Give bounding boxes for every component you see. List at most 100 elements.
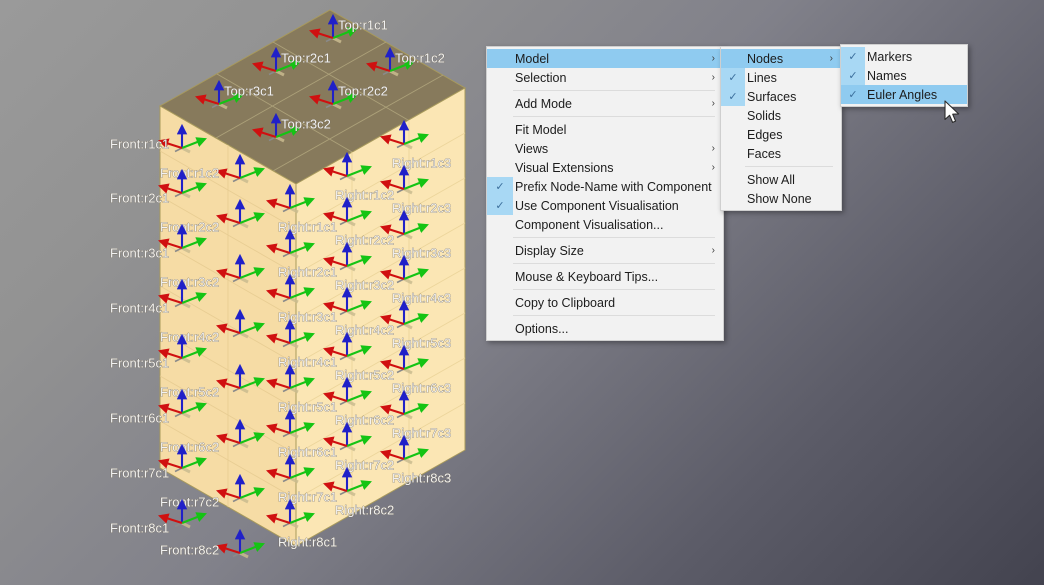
node-label: Right:r2c2 bbox=[335, 232, 394, 247]
check-slot bbox=[721, 106, 745, 125]
menu-item-visual-extensions[interactable]: Visual Extensions › bbox=[487, 158, 723, 177]
check-slot bbox=[721, 49, 745, 68]
menu-separator bbox=[513, 289, 715, 290]
menu-item-lines[interactable]: ✓ Lines bbox=[721, 68, 841, 87]
check-slot bbox=[721, 189, 745, 208]
chevron-right-icon: › bbox=[829, 52, 833, 64]
checkmark-icon: ✓ bbox=[848, 89, 858, 101]
menu-item-label: Views bbox=[515, 141, 549, 156]
node-label: Right:r3c1 bbox=[278, 309, 337, 324]
menu-item-label: Markers bbox=[867, 49, 913, 64]
node-label: Front:r4c1 bbox=[110, 300, 169, 315]
check-slot bbox=[721, 170, 745, 189]
chevron-right-icon: › bbox=[711, 71, 715, 83]
node-label: Right:r1c3 bbox=[392, 155, 451, 170]
node-label: Front:r1c2 bbox=[160, 165, 219, 180]
menu-separator bbox=[745, 166, 833, 167]
check-slot bbox=[487, 139, 513, 158]
menu-item-surfaces[interactable]: ✓ Surfaces bbox=[721, 87, 841, 106]
menu-item-label: Lines bbox=[747, 70, 777, 85]
check-slot bbox=[487, 94, 513, 113]
nodes-submenu[interactable]: ✓ Markers ✓ Names ✓ Euler Angles bbox=[840, 44, 968, 107]
menu-item-names[interactable]: ✓ Names bbox=[841, 66, 967, 85]
node-label: Right:r8c2 bbox=[335, 502, 394, 517]
menu-item-nodes[interactable]: Nodes › bbox=[721, 49, 841, 68]
node-label: Right:r7c2 bbox=[335, 457, 394, 472]
menu-item-show-none[interactable]: Show None bbox=[721, 189, 841, 208]
model-context-menu[interactable]: Model › Selection › Add Mode › Fit Model Views ›… bbox=[486, 46, 724, 341]
node-label: Right:r3c2 bbox=[335, 277, 394, 292]
check-slot bbox=[487, 68, 513, 87]
node-label: Right:r6c2 bbox=[335, 412, 394, 427]
menu-item-views[interactable]: Views › bbox=[487, 139, 723, 158]
menu-item-options[interactable]: Options... bbox=[487, 319, 723, 338]
node-label: Right:r8c1 bbox=[278, 534, 337, 549]
menu-item-label: Surfaces bbox=[747, 89, 797, 104]
node-label: Right:r5c3 bbox=[392, 335, 451, 350]
menu-separator bbox=[513, 90, 715, 91]
node-label: Front:r6c1 bbox=[110, 410, 169, 425]
menu-item-label: Add Mode bbox=[515, 96, 572, 111]
menu-separator bbox=[513, 315, 715, 316]
node-label: Front:r7c2 bbox=[160, 494, 219, 509]
node-label: Top:r2c1 bbox=[281, 50, 331, 65]
chevron-right-icon: › bbox=[711, 52, 715, 64]
node-label: Right:r2c3 bbox=[392, 200, 451, 215]
menu-item-label: Faces bbox=[747, 146, 782, 161]
menu-item-markers[interactable]: ✓ Markers bbox=[841, 47, 967, 66]
checkmark-icon: ✓ bbox=[721, 68, 745, 87]
menu-item-label: Nodes bbox=[747, 51, 784, 66]
menu-item-solids[interactable]: Solids bbox=[721, 106, 841, 125]
menu-item-copy-to-clipboard[interactable]: Copy to Clipboard bbox=[487, 293, 723, 312]
check-slot bbox=[721, 144, 745, 163]
menu-item-component-visualisation[interactable]: Component Visualisation... bbox=[487, 215, 723, 234]
node-label: Right:r2c1 bbox=[278, 264, 337, 279]
node-label: Front:r3c1 bbox=[110, 245, 169, 260]
check-slot bbox=[721, 125, 745, 144]
chevron-right-icon: › bbox=[711, 142, 715, 154]
menu-item-label: Component Visualisation... bbox=[515, 217, 664, 232]
check-slot bbox=[487, 293, 513, 312]
menu-item-use-component-visualisation[interactable]: ✓ Use Component Visualisation bbox=[487, 196, 723, 215]
chevron-right-icon: › bbox=[711, 244, 715, 256]
node-label: Right:r1c1 bbox=[278, 219, 337, 234]
check-slot bbox=[487, 120, 513, 139]
checkmark-icon: ✓ bbox=[487, 196, 513, 215]
node-label: Right:r5c2 bbox=[335, 367, 394, 382]
node-label: Right:r8c3 bbox=[392, 470, 451, 485]
menu-item-add-mode[interactable]: Add Mode › bbox=[487, 94, 723, 113]
node-label: Front:r4c2 bbox=[160, 329, 219, 344]
check-slot bbox=[487, 49, 513, 68]
menu-item-fit-model[interactable]: Fit Model bbox=[487, 120, 723, 139]
checkmark-icon: ✓ bbox=[841, 66, 865, 85]
menu-item-edges[interactable]: Edges bbox=[721, 125, 841, 144]
checkmark-icon: ✓ bbox=[487, 177, 513, 196]
menu-item-label: Solids bbox=[747, 108, 782, 123]
application-window: Top:r1c1 Top:r1c2 Top:r2c1 Top:r2c2 Top:… bbox=[0, 0, 1044, 585]
menu-item-selection[interactable]: Selection › bbox=[487, 68, 723, 87]
node-label: Front:r8c1 bbox=[110, 520, 169, 535]
menu-item-show-all[interactable]: Show All bbox=[721, 170, 841, 189]
menu-item-label: Visual Extensions bbox=[515, 160, 614, 175]
model-submenu[interactable]: Nodes › ✓ Lines ✓ Surfaces Solids Edges Faces Sho… bbox=[720, 46, 842, 211]
menu-item-label: Use Component Visualisation bbox=[515, 198, 679, 213]
node-label: Top:r3c2 bbox=[281, 116, 331, 131]
menu-item-label: Options... bbox=[515, 321, 569, 336]
menu-item-label: Mouse & Keyboard Tips... bbox=[515, 269, 659, 284]
menu-separator bbox=[513, 237, 715, 238]
menu-separator bbox=[513, 263, 715, 264]
menu-item-label: Display Size bbox=[515, 243, 584, 258]
menu-separator bbox=[513, 116, 715, 117]
menu-item-mouse-keyboard-tips[interactable]: Mouse & Keyboard Tips... bbox=[487, 267, 723, 286]
menu-item-model[interactable]: Model › bbox=[487, 49, 723, 68]
node-label: Right:r4c2 bbox=[335, 322, 394, 337]
menu-item-faces[interactable]: Faces bbox=[721, 144, 841, 163]
node-label: Front:r7c1 bbox=[110, 465, 169, 480]
menu-item-prefix-node-name-with-component[interactable]: ✓ Prefix Node-Name with Component bbox=[487, 177, 723, 196]
node-label: Front:r8c2 bbox=[160, 542, 219, 557]
chevron-right-icon: › bbox=[711, 161, 715, 173]
menu-item-label: Show All bbox=[747, 172, 795, 187]
node-label: Front:r1c1 bbox=[110, 136, 169, 151]
node-label: Front:r3c2 bbox=[160, 274, 219, 289]
menu-item-display-size[interactable]: Display Size › bbox=[487, 241, 723, 260]
